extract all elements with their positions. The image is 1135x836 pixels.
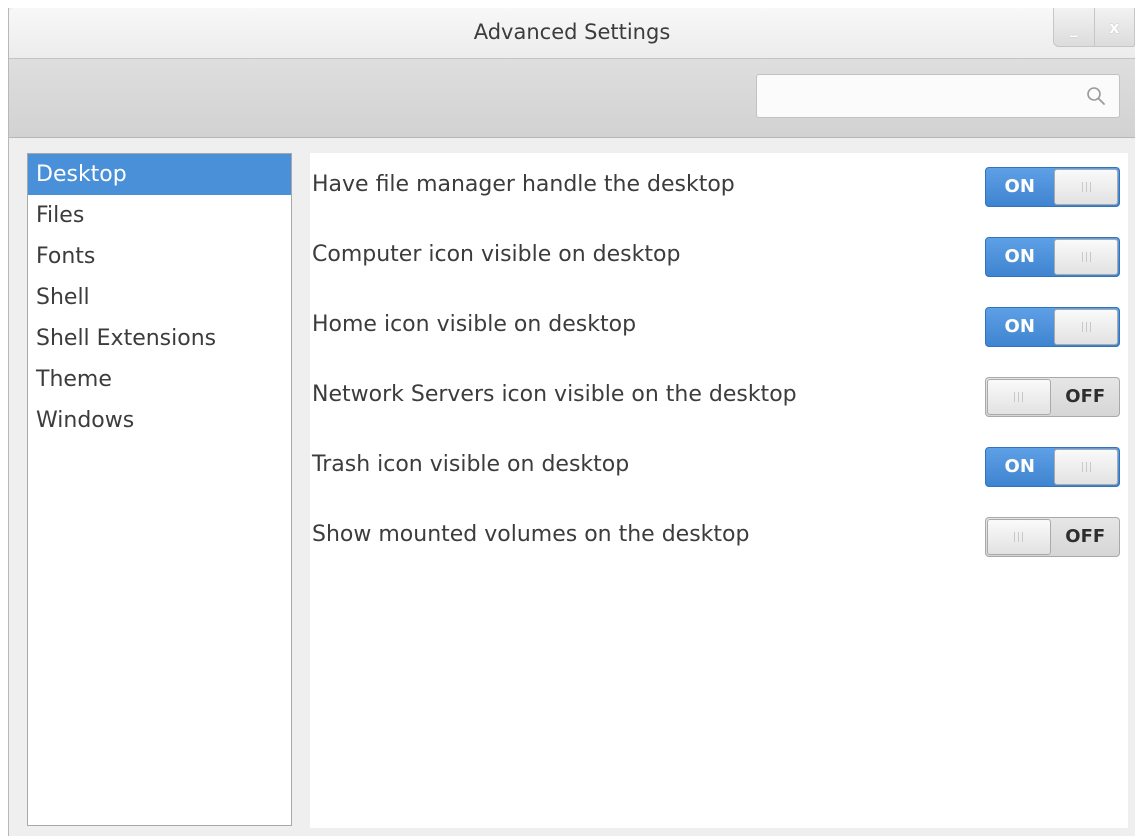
settings-panel: Have file manager handle the desktop ON … [310, 153, 1128, 828]
window-controls: _ x [1053, 8, 1135, 54]
home-icon-toggle[interactable]: ON [985, 307, 1120, 347]
network-servers-icon-toggle[interactable]: OFF [985, 377, 1120, 417]
setting-label: Home icon visible on desktop [312, 312, 637, 337]
category-sidebar: Desktop Files Fonts Shell Shell Extensio… [27, 153, 292, 826]
sidebar-item-files[interactable]: Files [28, 195, 291, 236]
switch-knob[interactable] [1054, 449, 1118, 485]
setting-row-network-servers-icon: Network Servers icon visible on the desk… [310, 375, 1128, 417]
app-window: Advanced Settings _ x Desktop Files Font… [8, 8, 1135, 836]
switch-knob[interactable] [987, 519, 1051, 555]
sidebar-item-theme[interactable]: Theme [28, 359, 291, 400]
minimize-button[interactable]: _ [1053, 8, 1095, 47]
setting-row-computer-icon: Computer icon visible on desktop ON [310, 235, 1128, 277]
switch-knob[interactable] [1054, 239, 1118, 275]
close-icon: x [1109, 17, 1120, 37]
file-manager-desktop-toggle[interactable]: ON [985, 167, 1120, 207]
sidebar-item-shell[interactable]: Shell [28, 277, 291, 318]
sidebar-item-windows[interactable]: Windows [28, 400, 291, 441]
switch-knob[interactable] [1054, 309, 1118, 345]
sidebar-item-shell-extensions[interactable]: Shell Extensions [28, 318, 291, 359]
setting-row-trash-icon: Trash icon visible on desktop ON [310, 445, 1128, 487]
sidebar-item-desktop[interactable]: Desktop [28, 154, 291, 195]
switch-state-label: OFF [1065, 526, 1106, 547]
switch-knob[interactable] [987, 379, 1051, 415]
title-bar[interactable]: Advanced Settings _ x [9, 8, 1135, 59]
computer-icon-toggle[interactable]: ON [985, 237, 1120, 277]
switch-state-label: ON [1004, 246, 1035, 267]
switch-state-label: ON [1004, 456, 1035, 477]
switch-state-label: ON [1004, 316, 1035, 337]
setting-label: Computer icon visible on desktop [312, 242, 681, 267]
minimize-icon: _ [1069, 17, 1078, 37]
switch-state-label: ON [1004, 176, 1035, 197]
search-input[interactable] [756, 74, 1120, 118]
close-button[interactable]: x [1094, 8, 1135, 47]
setting-row-home-icon: Home icon visible on desktop ON [310, 305, 1128, 347]
header-toolbar [9, 59, 1135, 138]
search-icon [1087, 87, 1105, 105]
sidebar-item-fonts[interactable]: Fonts [28, 236, 291, 277]
mounted-volumes-toggle[interactable]: OFF [985, 517, 1120, 557]
setting-label: Have file manager handle the desktop [312, 172, 735, 197]
setting-label: Trash icon visible on desktop [312, 452, 630, 477]
window-title: Advanced Settings [473, 20, 671, 44]
setting-label: Network Servers icon visible on the desk… [312, 382, 797, 407]
setting-row-file-manager-desktop: Have file manager handle the desktop ON [310, 165, 1128, 207]
switch-state-label: OFF [1065, 386, 1106, 407]
setting-row-mounted-volumes: Show mounted volumes on the desktop OFF [310, 515, 1128, 557]
setting-label: Show mounted volumes on the desktop [312, 522, 750, 547]
trash-icon-toggle[interactable]: ON [985, 447, 1120, 487]
switch-knob[interactable] [1054, 169, 1118, 205]
